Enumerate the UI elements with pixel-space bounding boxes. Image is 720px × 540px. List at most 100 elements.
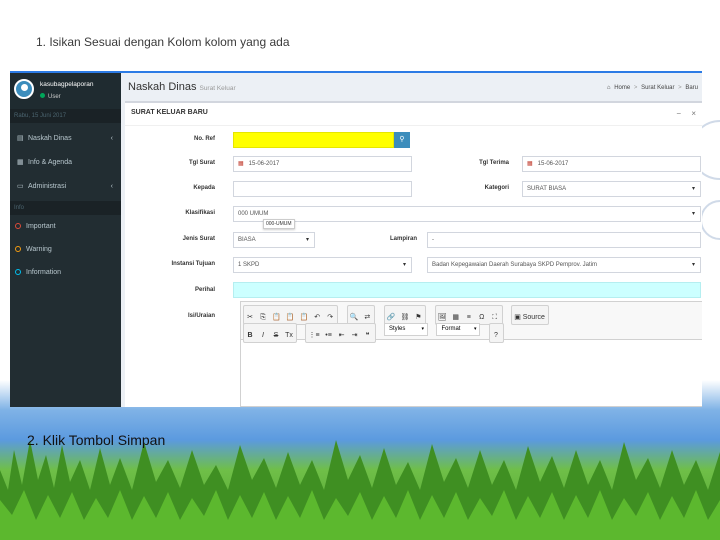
format-dropdown[interactable]: Format ▾ bbox=[436, 323, 481, 336]
instansi-nama-select[interactable]: Badan Kepegawaian Daerah Surabaya SKPD P… bbox=[427, 257, 701, 273]
source-icon: ▣ bbox=[514, 314, 523, 321]
search-icon: ⚲ bbox=[399, 136, 405, 143]
find-group: 🔍 ⇄ bbox=[346, 305, 376, 325]
no-ref-input[interactable] bbox=[233, 132, 394, 148]
caret-down-icon: ▾ bbox=[305, 237, 309, 243]
tgl-terima-label: Tgl Terima bbox=[479, 160, 509, 166]
page-title: Naskah Dinas Surat Keluar bbox=[128, 81, 236, 93]
sidebar-item-naskah-dinas[interactable]: ▤ Naskah Dinas ‹ bbox=[10, 127, 121, 151]
perihal-input[interactable] bbox=[233, 282, 701, 298]
instansi-nama-value: Badan Kepegawaian Daerah Surabaya SKPD P… bbox=[432, 262, 597, 268]
monitor-icon: ▭ bbox=[17, 183, 24, 190]
tgl-surat-input[interactable]: ▦ 15-06-2017 bbox=[233, 156, 412, 172]
tgl-terima-value: 15-06-2017 bbox=[537, 161, 569, 167]
editor-toolbar: ✂ ⎘ 📋 📋 📋 ↶ ↷ 🔍 ⇄ 🔗 ⛓ ⚑ 🖼 ▦ ≡ Ω ⛶ ▣ Source bbox=[241, 302, 702, 343]
klasifikasi-select[interactable]: 000 UMUM ▾ bbox=[233, 206, 701, 222]
sidebar-item-label: Info & Agenda bbox=[28, 159, 72, 166]
toolbar-row-2: B I S Tx ⋮≡ •≡ ⇤ ⇥ ❝ Styles ▾ Format ▾ ? bbox=[243, 323, 508, 343]
calendar-icon: ▦ bbox=[17, 159, 24, 166]
caret-down-icon: ▾ bbox=[421, 326, 424, 332]
sidebar-item-important[interactable]: Important bbox=[10, 215, 121, 238]
kepada-input[interactable] bbox=[233, 181, 412, 197]
circle-icon bbox=[15, 246, 21, 252]
clipboard-group: ✂ ⎘ 📋 📋 📋 ↶ ↷ bbox=[243, 305, 339, 325]
breadcrumb-home[interactable]: Home bbox=[614, 85, 630, 91]
sidebar-date: Rabu, 15 Juni 2017 bbox=[10, 109, 121, 123]
caret-down-icon: ▾ bbox=[473, 326, 477, 332]
sidebar-item-label: Important bbox=[26, 223, 56, 230]
avatar[interactable] bbox=[14, 79, 34, 99]
styles-dropdown[interactable]: Styles ▾ bbox=[384, 323, 428, 336]
user-panel: kasubagpelaporan User bbox=[10, 73, 121, 109]
rich-text-editor: ✂ ⎘ 📋 📋 📋 ↶ ↷ 🔍 ⇄ 🔗 ⛓ ⚑ 🖼 ▦ ≡ Ω ⛶ ▣ Source bbox=[240, 301, 702, 407]
app-screenshot: kasubagpelaporan User Rabu, 15 Juni 2017… bbox=[10, 71, 702, 407]
page-subtitle: Surat Keluar bbox=[199, 85, 236, 92]
no-ref-label: No. Ref bbox=[194, 136, 215, 142]
instansi-tujuan-select[interactable]: 1 SKPD ▾ bbox=[233, 257, 412, 273]
sidebar-item-information[interactable]: Information bbox=[10, 261, 121, 284]
instruction-step-2: 2. Klik Tombol Simpan bbox=[27, 432, 166, 448]
sidebar: kasubagpelaporan User Rabu, 15 Juni 2017… bbox=[10, 73, 121, 407]
sidebar-item-label: Warning bbox=[26, 246, 52, 253]
sidebar-item-warning[interactable]: Warning bbox=[10, 238, 121, 261]
jenis-surat-label: Jenis Surat bbox=[182, 236, 215, 242]
kategori-label: Kategori bbox=[484, 185, 509, 191]
link-group: 🔗 ⛓ ⚑ bbox=[383, 305, 427, 325]
close-button[interactable]: × bbox=[691, 109, 696, 118]
chevron-left-icon: ‹ bbox=[110, 135, 113, 142]
caret-down-icon: ▾ bbox=[691, 211, 695, 217]
styles-label: Styles bbox=[389, 326, 406, 332]
format-label: Format bbox=[441, 326, 461, 332]
caret-down-icon: ▾ bbox=[691, 262, 695, 268]
klasifikasi-value: 000 UMUM bbox=[238, 211, 269, 217]
circle-icon bbox=[15, 223, 21, 229]
chevron-left-icon: ‹ bbox=[110, 183, 113, 190]
sidebar-item-info-agenda[interactable]: ▦ Info & Agenda bbox=[10, 151, 121, 175]
breadcrumb-current: Baru bbox=[685, 85, 698, 91]
kategori-select[interactable]: SURAT BIASA ▾ bbox=[522, 181, 701, 197]
insert-group: 🖼 ▦ ≡ Ω ⛶ bbox=[434, 305, 503, 325]
circle-icon bbox=[15, 269, 21, 275]
instruction-step-1: 1. Isikan Sesuai dengan Kolom kolom yang… bbox=[36, 35, 290, 49]
source-label: Source bbox=[522, 314, 545, 321]
breadcrumb-separator: > bbox=[633, 85, 638, 91]
klasifikasi-label: Klasifikasi bbox=[185, 210, 215, 216]
content-area: Naskah Dinas Surat Keluar ⌂ Home > Surat … bbox=[121, 73, 702, 407]
sidebar-section-label: Info bbox=[10, 201, 121, 215]
breadcrumb: ⌂ Home > Surat Keluar > Baru bbox=[605, 85, 698, 91]
sidebar-item-label: Information bbox=[26, 269, 62, 276]
source-button[interactable]: ▣ Source bbox=[512, 311, 547, 324]
home-icon: ⌂ bbox=[606, 85, 611, 91]
search-button[interactable]: ⚲ bbox=[394, 132, 410, 148]
jenis-surat-value: BIASA bbox=[238, 237, 256, 243]
lampiran-label: Lampiran bbox=[389, 236, 417, 242]
calendar-icon: ▦ bbox=[527, 161, 533, 167]
tgl-surat-value: 15-06-2017 bbox=[248, 161, 280, 167]
klasifikasi-tooltip: 000-UMUM bbox=[263, 219, 295, 229]
perihal-label: Perihal bbox=[194, 287, 215, 293]
tgl-terima-input[interactable]: ▦ 15-06-2017 bbox=[522, 156, 701, 172]
lampiran-input[interactable]: - bbox=[427, 232, 701, 248]
sidebar-item-administrasi[interactable]: ▭ Administrasi ‹ bbox=[10, 175, 121, 199]
toolbar-row-1: ✂ ⎘ 📋 📋 📋 ↶ ↷ 🔍 ⇄ 🔗 ⛓ ⚑ 🖼 ▦ ≡ Ω ⛶ ▣ Source bbox=[243, 305, 553, 325]
tgl-surat-label: Tgl Surat bbox=[188, 160, 215, 166]
page-title-text: Naskah Dinas bbox=[128, 81, 197, 93]
breadcrumb-surat-keluar[interactable]: Surat Keluar bbox=[641, 85, 674, 91]
collapse-button[interactable]: − bbox=[676, 109, 681, 118]
content-header: Naskah Dinas Surat Keluar ⌂ Home > Surat … bbox=[121, 73, 702, 99]
sidebar-item-label: Naskah Dinas bbox=[28, 135, 72, 142]
source-group: ▣ Source bbox=[511, 305, 549, 325]
isi-uraian-label: Isi/Uraian bbox=[187, 313, 215, 319]
jenis-surat-select[interactable]: BIASA ▾ bbox=[233, 232, 315, 248]
editor-body[interactable] bbox=[241, 340, 702, 406]
user-status: User bbox=[40, 93, 61, 100]
sidebar-item-label: Administrasi bbox=[28, 183, 67, 190]
kepada-label: Kepada bbox=[193, 185, 215, 191]
kategori-value: SURAT BIASA bbox=[527, 186, 567, 192]
document-icon: ▤ bbox=[17, 135, 24, 142]
box-title: SURAT KELUAR BARU bbox=[131, 109, 208, 116]
caret-down-icon: ▾ bbox=[402, 262, 406, 268]
user-name: kasubagpelaporan bbox=[40, 81, 94, 88]
box-tools: − × bbox=[668, 109, 696, 118]
breadcrumb-separator: > bbox=[678, 85, 682, 91]
